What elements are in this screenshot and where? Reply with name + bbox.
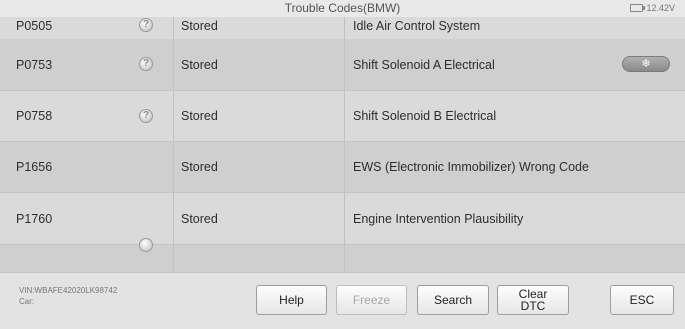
- dtc-code: P0758: [16, 109, 53, 123]
- clear-dtc-button[interactable]: Clear DTC: [497, 285, 569, 315]
- question-circle-icon[interactable]: [139, 238, 153, 252]
- car-label: Car:: [19, 297, 35, 306]
- question-circle-icon[interactable]: ?: [139, 57, 153, 71]
- column-divider: [173, 245, 174, 272]
- dtc-description: Shift Solenoid B Electrical: [353, 109, 497, 123]
- table-row[interactable]: P0505 ? Stored Idle Air Control System: [0, 17, 685, 40]
- table-row[interactable]: P1656 Stored EWS (Electronic Immobilizer…: [0, 142, 685, 193]
- column-divider: [344, 245, 345, 272]
- dtc-code: P0505: [16, 18, 53, 33]
- snowflake-icon[interactable]: ❄: [622, 56, 670, 72]
- title-bar: Trouble Codes(BMW) 12.42V: [0, 0, 685, 18]
- dtc-description: Idle Air Control System: [353, 18, 481, 33]
- dtc-status: Stored: [181, 211, 218, 226]
- dtc-status: Stored: [181, 57, 218, 72]
- dtc-status: Stored: [181, 18, 218, 33]
- column-divider: [173, 91, 174, 141]
- help-button[interactable]: Help: [256, 285, 327, 315]
- question-circle-icon[interactable]: ?: [139, 109, 153, 123]
- dtc-description: Shift Solenoid A Electrical: [353, 57, 495, 72]
- table-row[interactable]: P1760 Stored Engine Intervention Plausib…: [0, 193, 685, 245]
- column-divider: [173, 17, 174, 39]
- vin-label: VIN:WBAFE42020LK98742: [19, 286, 118, 295]
- table-row[interactable]: P0758 ? Stored Shift Solenoid B Electric…: [0, 91, 685, 142]
- question-circle-icon[interactable]: ?: [139, 18, 153, 32]
- column-divider: [344, 39, 345, 90]
- battery-voltage: 12.42V: [646, 3, 675, 13]
- table-row[interactable]: P0753 ? Stored Shift Solenoid A Electric…: [0, 39, 685, 91]
- esc-button[interactable]: ESC: [610, 285, 674, 315]
- vehicle-info: VIN:WBAFE42020LK98742 Car:: [19, 285, 117, 307]
- battery-icon: [630, 4, 646, 12]
- footer-toolbar: VIN:WBAFE42020LK98742 Car: Help Freeze S…: [0, 272, 685, 329]
- dtc-status: Stored: [181, 160, 218, 174]
- column-divider: [344, 91, 345, 141]
- column-divider: [344, 17, 345, 39]
- dtc-description: EWS (Electronic Immobilizer) Wrong Code: [353, 160, 589, 174]
- column-divider: [173, 142, 174, 192]
- search-button[interactable]: Search: [417, 285, 489, 315]
- dtc-status: Stored: [181, 109, 218, 123]
- dtc-code: P1656: [16, 160, 53, 174]
- dtc-description: Engine Intervention Plausibility: [353, 211, 524, 226]
- column-divider: [344, 193, 345, 244]
- table-row[interactable]: [0, 238, 685, 272]
- column-divider: [173, 39, 174, 90]
- freeze-button[interactable]: Freeze: [336, 285, 407, 315]
- trouble-codes-table: P0505 ? Stored Idle Air Control System P…: [0, 17, 685, 272]
- column-divider: [173, 193, 174, 244]
- dtc-code: P0753: [16, 57, 53, 72]
- column-divider: [344, 142, 345, 192]
- page-title: Trouble Codes(BMW): [284, 1, 401, 15]
- dtc-code: P1760: [16, 211, 53, 226]
- battery-status: 12.42V: [630, 3, 675, 13]
